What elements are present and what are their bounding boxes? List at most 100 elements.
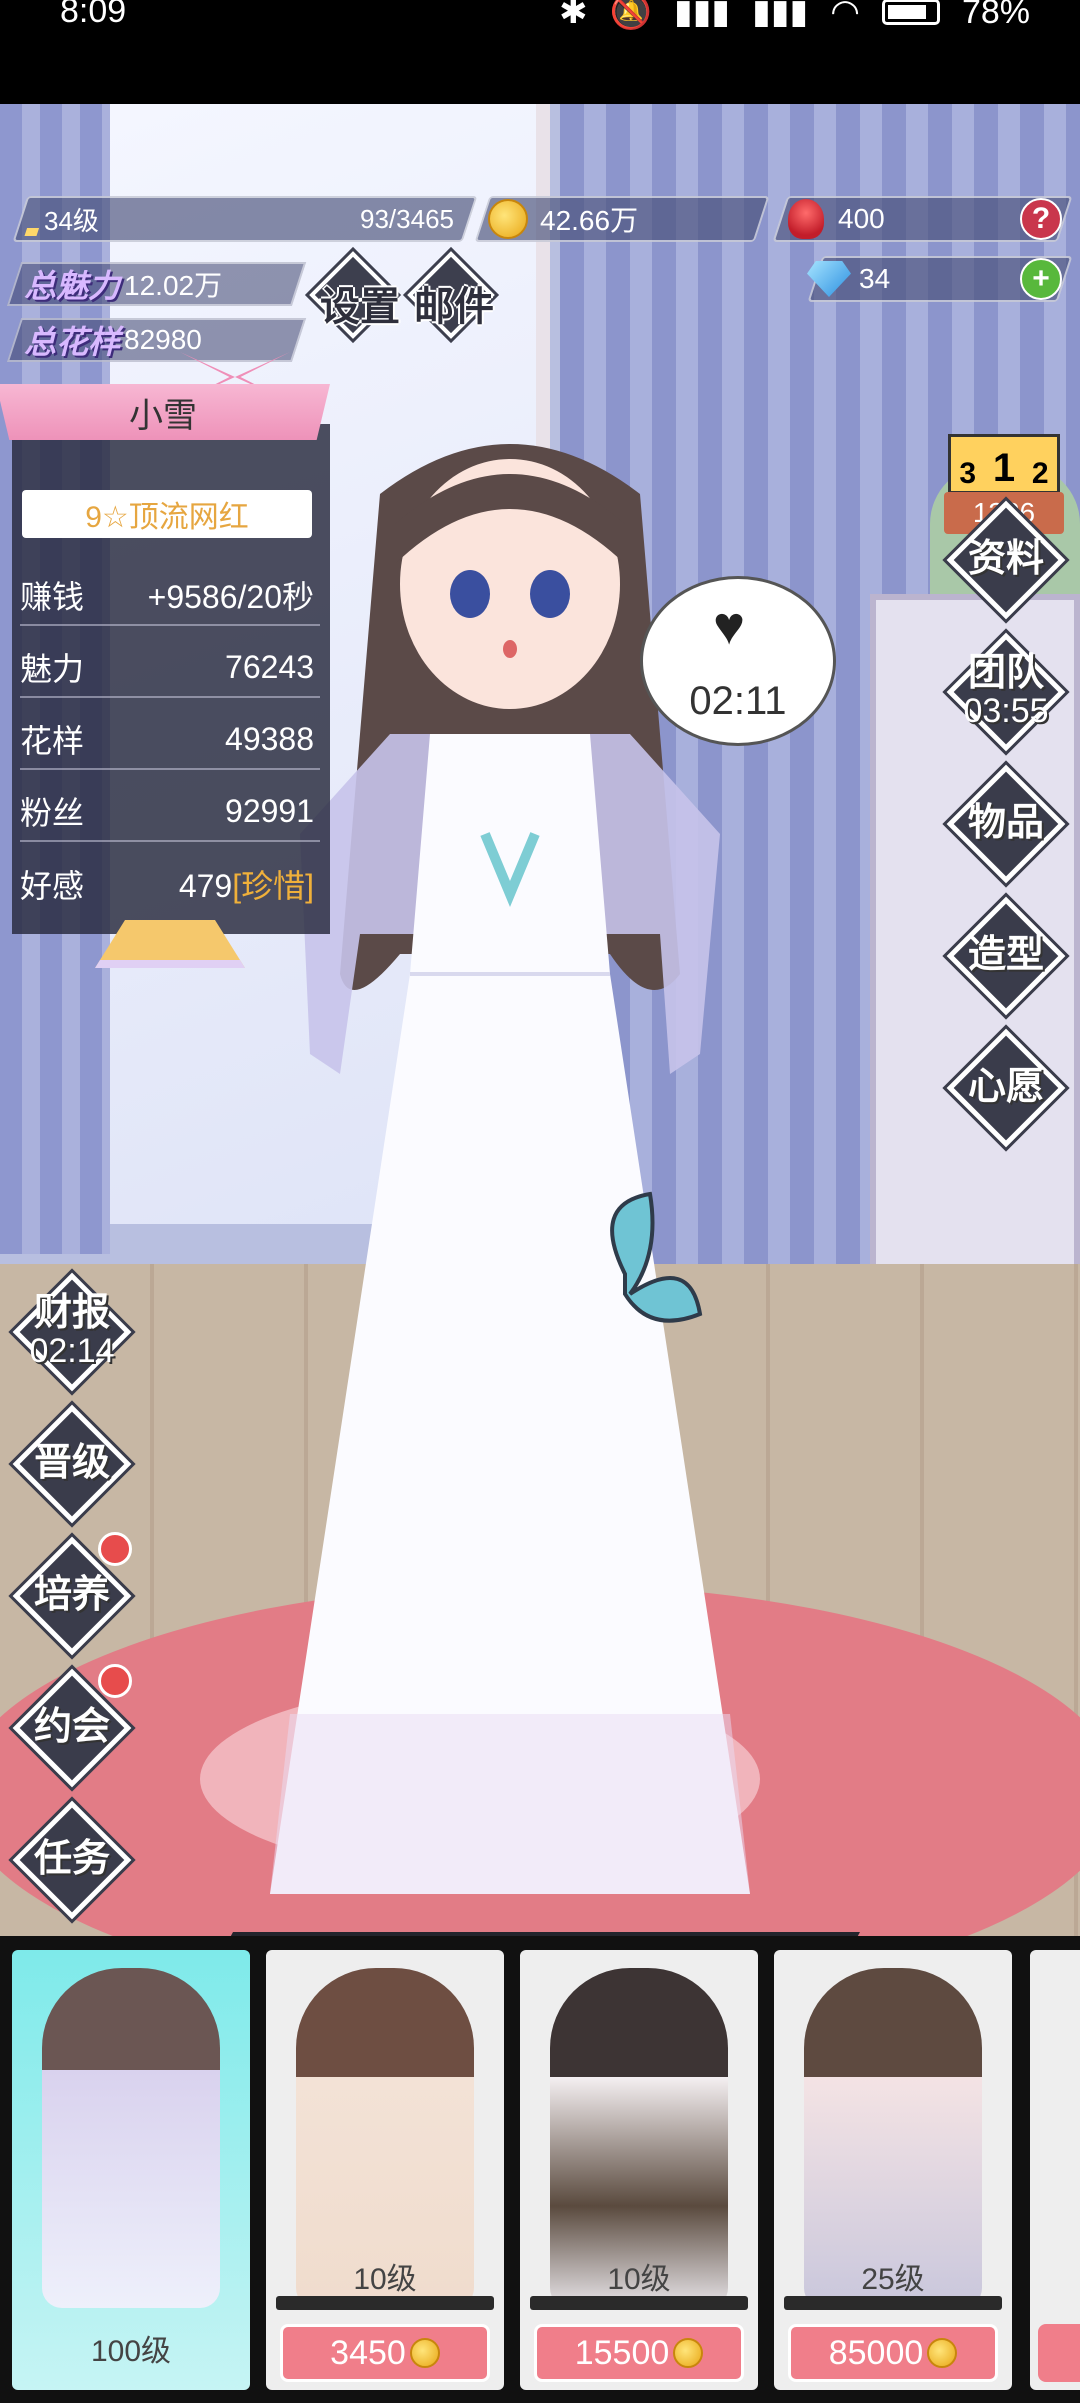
card-level: 10级 xyxy=(353,2263,417,2296)
stat-value: 92991 xyxy=(225,792,314,829)
status-icons: ✱ 🔕 ▮▮▮ ▮▮▮ ◠ 78% xyxy=(559,0,1030,32)
total-charm-label: 总魅力 xyxy=(24,268,121,304)
stat-row-fans: 粉丝 92991 xyxy=(20,782,320,842)
menu-team-button[interactable]: 团队 03:55 xyxy=(946,632,1066,752)
game-scene: 34级 93/3465 42.66万 400 ? 34 + 总魅力 12.02万 … xyxy=(0,104,1080,1936)
character-roster: 100级 10级 3450 10级 15500 25级 85000 xyxy=(0,1936,1080,2403)
battery-percent: 78% xyxy=(961,0,1030,31)
menu-label: 心愿 xyxy=(967,1066,1044,1109)
battery-icon xyxy=(881,0,940,25)
character-card-partial[interactable] xyxy=(1030,1950,1080,2390)
total-flower: 总花样 82980 xyxy=(6,318,307,362)
team-timer: 03:55 xyxy=(963,692,1049,731)
card-level: 100级 xyxy=(90,2335,172,2368)
menu-label: 资料 xyxy=(967,538,1044,581)
stat-value-wrap: 479[珍惜] xyxy=(179,861,314,907)
total-flower-label: 总花样 xyxy=(24,324,121,360)
stat-row-income: 赚钱 +9586/20秒 xyxy=(20,566,320,626)
menu-label: 约会 xyxy=(33,1706,110,1749)
notification-dot xyxy=(98,1664,132,1698)
character-title: 9☆顶流网红 xyxy=(22,490,312,538)
heart-hand-icon: ♥ xyxy=(713,596,746,656)
exp-counter: 93/3465 xyxy=(360,203,454,234)
character-card[interactable]: 25级 85000 xyxy=(774,1950,1012,2390)
total-charm-value: 12.02万 xyxy=(124,270,223,301)
rose-icon xyxy=(788,199,824,239)
price-value: 85000 xyxy=(828,2333,924,2372)
character-card[interactable]: 10级 15500 xyxy=(520,1950,758,2390)
affection-tag: [珍惜] xyxy=(232,868,314,904)
menu-report-button[interactable]: 财报 02:14 xyxy=(12,1272,132,1392)
coin-icon xyxy=(488,199,528,239)
help-button[interactable]: ? xyxy=(1020,198,1062,240)
stat-label: 魅力 xyxy=(20,651,85,687)
podium-second: 2 xyxy=(1031,457,1049,490)
unlock-price-button[interactable] xyxy=(1038,2324,1080,2382)
coin-icon xyxy=(673,2338,704,2368)
total-flower-value: 82980 xyxy=(124,324,202,355)
menu-label: 造型 xyxy=(967,934,1044,977)
menu-wish-button[interactable]: 心愿 xyxy=(946,1028,1066,1148)
total-charm: 总魅力 12.02万 xyxy=(6,262,307,306)
coin-value: 42.66万 xyxy=(540,205,639,236)
menu-label: 任务 xyxy=(33,1838,110,1881)
mute-icon: 🔕 xyxy=(609,0,652,31)
status-time: 8:09 xyxy=(60,0,127,30)
coin-icon xyxy=(409,2338,440,2368)
gem-value: 34 xyxy=(859,263,891,294)
card-level: 25级 xyxy=(861,2263,925,2296)
unlock-price-button[interactable]: 3450 xyxy=(280,2324,490,2382)
settings-button[interactable]: 设置 xyxy=(320,274,400,332)
podium-third: 3 xyxy=(959,457,977,490)
card-progress xyxy=(784,2296,1002,2310)
menu-profile-button[interactable]: 资料 xyxy=(946,500,1066,620)
podium-icon: 3 1 2 xyxy=(948,434,1060,494)
stat-label: 赚钱 xyxy=(20,579,85,615)
status-bar: 8:09 ✱ 🔕 ▮▮▮ ▮▮▮ ◠ 78% xyxy=(0,0,1080,104)
stat-row-charm: 魅力 76243 xyxy=(20,638,320,698)
coin-counter[interactable]: 42.66万 xyxy=(474,196,770,242)
stat-value: +9586/20秒 xyxy=(147,579,314,615)
character-name: 小雪 xyxy=(0,384,330,440)
podium-first: 1 xyxy=(992,446,1016,490)
menu-style-button[interactable]: 造型 xyxy=(946,896,1066,1016)
coin-icon xyxy=(927,2338,958,2368)
mail-button[interactable]: 邮件 xyxy=(414,274,494,332)
player-level: 34级 xyxy=(44,205,99,236)
add-gems-button[interactable]: + xyxy=(1020,258,1062,300)
menu-label: 晋级 xyxy=(33,1442,110,1485)
report-timer: 02:14 xyxy=(29,1332,115,1371)
menu-promote-button[interactable]: 晋级 xyxy=(12,1404,132,1524)
menu-items-button[interactable]: 物品 xyxy=(946,764,1066,884)
menu-label: 物品 xyxy=(967,802,1044,845)
character-portrait xyxy=(42,1968,220,2308)
level-exp-bar: 34级 93/3465 xyxy=(12,196,478,242)
price-value: 15500 xyxy=(574,2333,670,2372)
menu-task-button[interactable]: 任务 xyxy=(12,1800,132,1920)
bluetooth-icon: ✱ xyxy=(559,0,588,31)
stat-row-flower: 花样 49388 xyxy=(20,710,320,770)
card-progress xyxy=(276,2296,494,2310)
card-progress xyxy=(530,2296,748,2310)
unlock-price-button[interactable]: 15500 xyxy=(534,2324,744,2382)
signal-icon: ▮▮▮ xyxy=(673,0,731,31)
stat-label: 好感 xyxy=(20,868,85,904)
character-card[interactable]: 10级 3450 xyxy=(266,1950,504,2390)
rose-value: 400 xyxy=(838,203,885,234)
stat-row-affection: 好感 479[珍惜] xyxy=(20,854,320,914)
interaction-bubble[interactable]: ♥ 02:11 xyxy=(640,576,836,746)
notification-dot xyxy=(98,1532,132,1566)
wifi-icon: ◠ xyxy=(830,0,860,31)
bubble-timer: 02:11 xyxy=(689,679,787,723)
unlock-price-button[interactable]: 85000 xyxy=(788,2324,998,2382)
menu-label: 财报 xyxy=(33,1292,110,1335)
menu-label: 培养 xyxy=(33,1574,110,1617)
card-level: 10级 xyxy=(607,2263,671,2296)
stat-value: 49388 xyxy=(225,720,314,757)
stat-label: 粉丝 xyxy=(20,795,85,831)
diamond-icon xyxy=(807,261,851,297)
stat-value: 479 xyxy=(178,868,233,904)
character-card[interactable]: 100级 xyxy=(12,1950,250,2390)
price-value: 3450 xyxy=(330,2333,406,2372)
stat-value: 76243 xyxy=(225,648,314,685)
